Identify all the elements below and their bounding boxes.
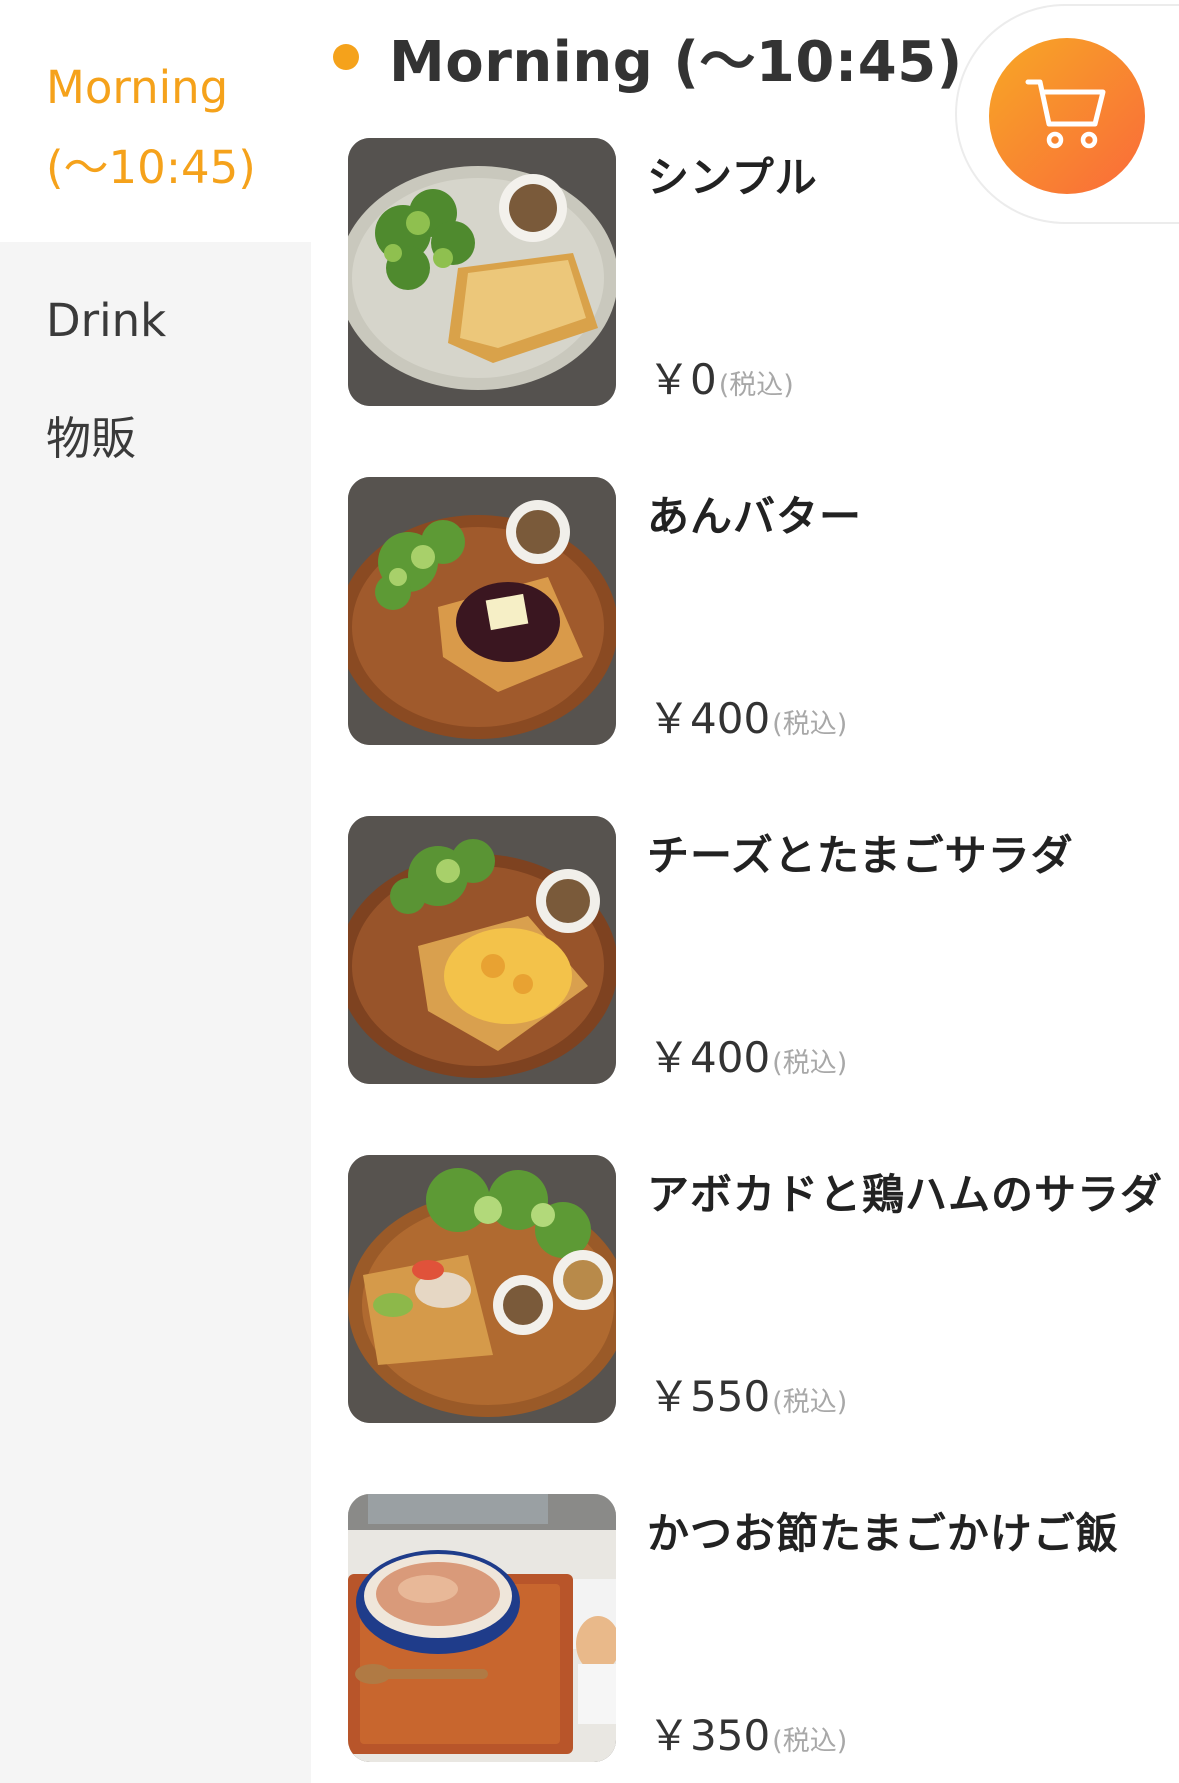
avocado-chicken-toast-photo: [348, 1155, 616, 1423]
cart-button[interactable]: [989, 38, 1145, 194]
item-price: ￥0(税込): [648, 346, 794, 407]
item-price: ￥350(税込): [648, 1702, 847, 1763]
category-drink-label: Drink: [46, 294, 167, 347]
item-name: かつお節たまごかけご飯: [647, 1509, 1119, 1558]
category-goods[interactable]: 物販: [0, 402, 311, 562]
egg-rice-bowl-photo: [348, 1494, 616, 1762]
menu-item[interactable]: あんバター ￥400(税込): [348, 477, 1178, 816]
item-price: ￥550(税込): [648, 1363, 847, 1424]
category-goods-label: 物販: [46, 412, 137, 465]
section-dot-icon: [333, 44, 359, 70]
menu-screen: Morning (〜10:45) Drink 物販 Morning (〜10:4…: [0, 0, 1179, 1783]
menu-items: シンプル ￥0(税込) あんバター ￥400(税込) チーズとたまごサラダ ￥4…: [348, 138, 1178, 1783]
menu-list-area: Morning (〜10:45) シンプル ￥0(税込) あんバター ￥400(…: [311, 0, 1179, 1783]
category-morning-time: (〜10:45): [46, 141, 256, 194]
section-header: Morning (〜10:45): [333, 22, 963, 95]
item-name: シンプル: [647, 153, 818, 202]
item-price-value: ￥550: [648, 1372, 771, 1421]
anbutter-toast-photo: [348, 477, 616, 745]
menu-item[interactable]: アボカドと鶏ハムのサラダ ￥550(税込): [348, 1155, 1178, 1494]
item-price-value: ￥350: [648, 1711, 771, 1760]
item-price: ￥400(税込): [648, 685, 847, 746]
category-sidebar: Morning (〜10:45) Drink 物販: [0, 0, 311, 1783]
item-name: チーズとたまごサラダ: [647, 831, 1074, 880]
tax-note: (税込): [772, 1726, 848, 1757]
item-name: アボカドと鶏ハムのサラダ: [647, 1170, 1164, 1219]
menu-item[interactable]: チーズとたまごサラダ ￥400(税込): [348, 816, 1178, 1155]
section-title: Morning (〜10:45): [389, 29, 963, 95]
category-drink[interactable]: Drink: [0, 242, 311, 402]
tax-note: (税込): [772, 1048, 848, 1079]
tax-note: (税込): [772, 1387, 848, 1418]
cart-container: [955, 4, 1179, 224]
item-price-value: ￥400: [648, 1033, 771, 1082]
menu-item[interactable]: かつお節たまごかけご飯 ￥350(税込): [348, 1494, 1178, 1783]
category-morning[interactable]: Morning (〜10:45): [0, 0, 311, 242]
item-price: ￥400(税込): [648, 1024, 847, 1085]
tax-note: (税込): [718, 370, 794, 401]
item-price-value: ￥400: [648, 694, 771, 743]
item-price-value: ￥0: [648, 355, 717, 404]
toast-plate-photo: [348, 138, 616, 406]
category-morning-label: Morning: [46, 61, 229, 114]
tax-note: (税込): [772, 709, 848, 740]
cheese-egg-toast-photo: [348, 816, 616, 1084]
item-name: あんバター: [647, 492, 863, 541]
cart-icon: [1025, 76, 1109, 156]
